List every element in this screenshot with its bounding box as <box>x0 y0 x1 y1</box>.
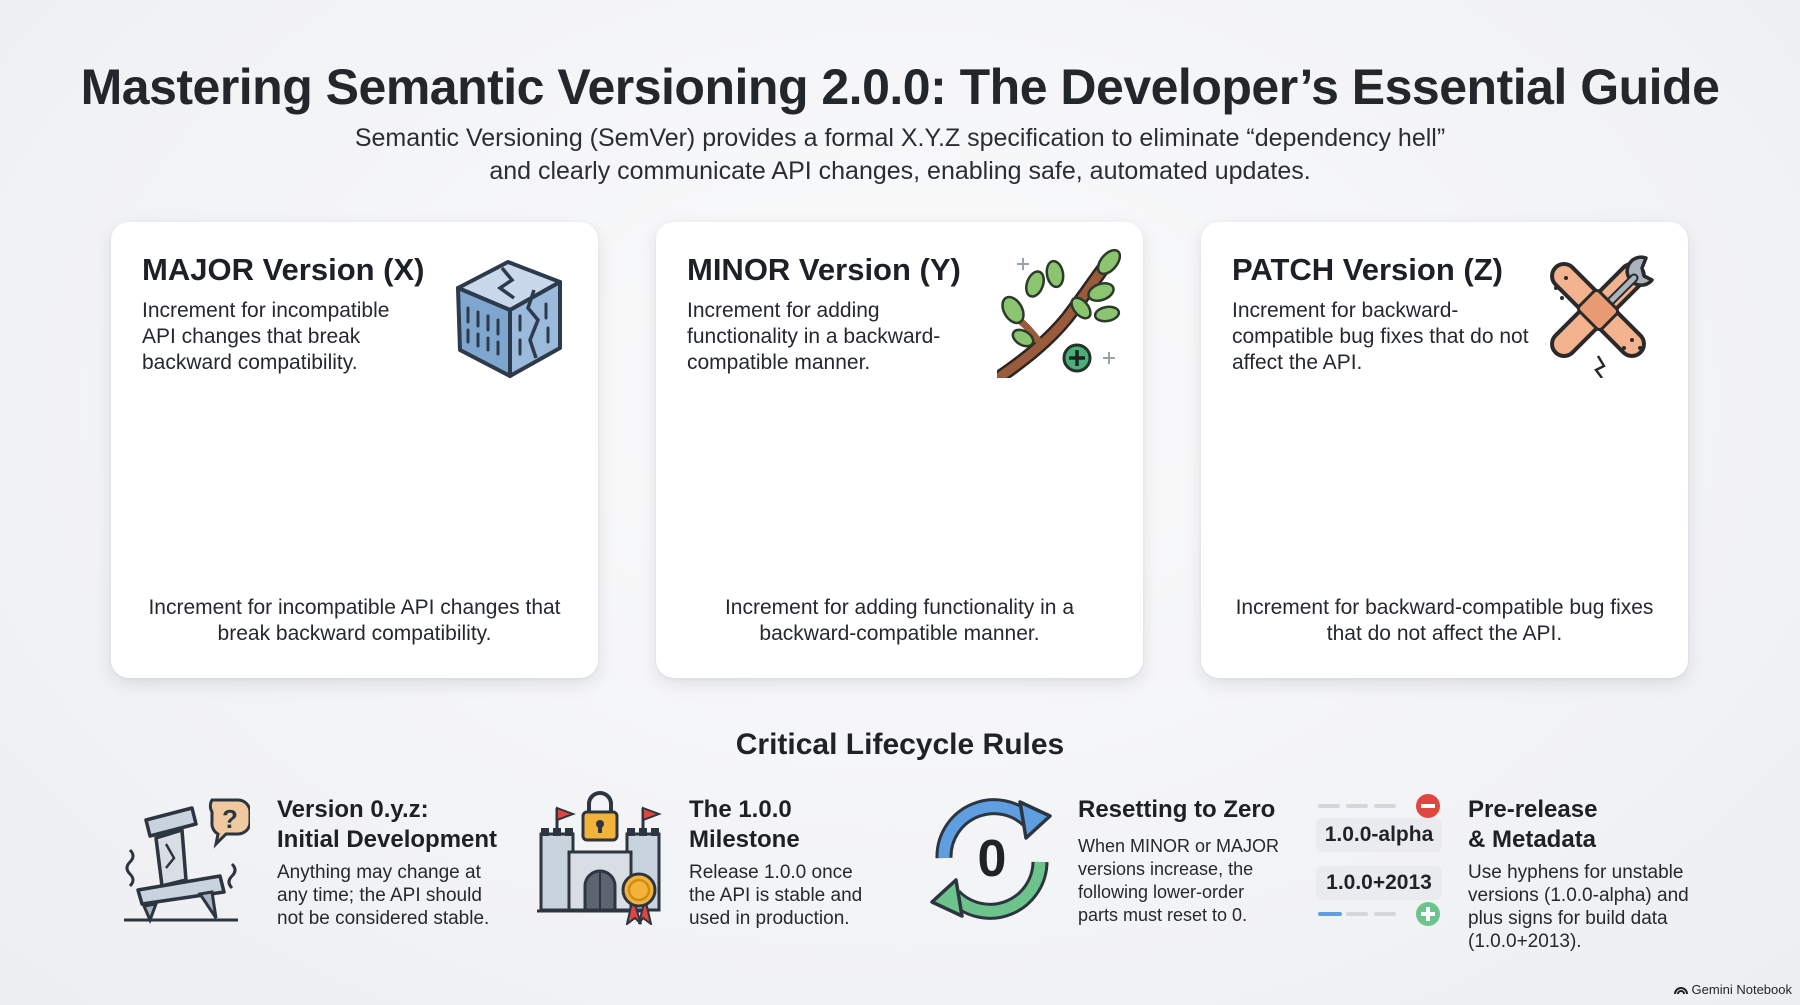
rule-initial-development-description: Anything may change at any time; the API… <box>277 862 490 929</box>
rule-milestone-title-2: Milestone <box>689 826 800 853</box>
rule-milestone-description: Release 1.0.0 once the API is stable and… <box>689 862 863 929</box>
tag-build: 1.0.0+2013 <box>1316 866 1442 900</box>
minor-card-footer: Increment for adding functionality in a … <box>724 596 1075 645</box>
page-title: Mastering Semantic Versioning 2.0.0: The… <box>80 59 1720 115</box>
subtitle-line-1: Semantic Versioning (SemVer) provides a … <box>354 124 1446 152</box>
patch-card: PATCH Version (Z) Increment for backward… <box>1201 222 1688 678</box>
minor-card-description: Increment for adding functionality in a … <box>687 299 941 374</box>
minus-circle-icon <box>1416 794 1440 818</box>
svg-text:?: ? <box>222 804 238 834</box>
rule-prerelease: 1.0.0-alpha 1.0.0+2013 Pre-release & Met… <box>1316 790 1696 960</box>
minor-card: MINOR Version (Y) Increment for adding f… <box>656 222 1143 678</box>
brand-label: Gemini Notebook <box>1691 982 1792 997</box>
rule-prerelease-title-1: Pre-release <box>1468 796 1598 823</box>
subtitle-line-2: and clearly communicate API changes, ena… <box>489 157 1311 185</box>
major-card: MAJOR Version (X) Increment for incompat… <box>111 222 598 678</box>
rule-reset-to-zero: 0 Resetting to Zero When MINOR or MAJOR … <box>926 790 1286 960</box>
rule-initial-development: ? Version 0.y.z: Initial Development Any… <box>120 790 510 960</box>
patch-card-title: PATCH Version (Z) <box>1232 252 1503 287</box>
brand-watermark: Gemini Notebook <box>1673 982 1792 997</box>
patch-card-footer: Increment for backward-compatible bug fi… <box>1235 596 1654 645</box>
rule-initial-development-title-1: Version 0.y.z: <box>277 796 429 823</box>
notebook-logo-icon <box>1673 986 1688 994</box>
bandage-wrench-icon <box>1550 255 1654 378</box>
tag-alpha: 1.0.0-alpha <box>1316 818 1442 852</box>
growing-branch-icon <box>997 248 1121 378</box>
major-card-description: Increment for incompatible API changes t… <box>142 299 390 374</box>
unstable-pillar-icon: ? <box>124 798 250 925</box>
rule-reset-description: When MINOR or MAJOR versions increase, t… <box>1078 836 1280 925</box>
reset-cycle-icon: 0 <box>930 798 1052 920</box>
rule-milestone: The 1.0.0 Milestone Release 1.0.0 once t… <box>535 790 885 960</box>
version-tags-icon: 1.0.0-alpha 1.0.0+2013 <box>1316 790 1446 926</box>
page-subtitle: Semantic Versioning (SemVer) provides a … <box>0 122 1800 188</box>
rule-milestone-title-1: The 1.0.0 <box>689 796 792 823</box>
rule-prerelease-title-2: & Metadata <box>1468 826 1597 853</box>
major-card-title: MAJOR Version (X) <box>142 252 425 287</box>
minor-card-title: MINOR Version (Y) <box>687 252 961 287</box>
rule-initial-development-title-2: Initial Development <box>277 826 498 853</box>
patch-card-description: Increment for backward-compatible bug fi… <box>1232 299 1529 374</box>
castle-lock-icon <box>537 791 662 925</box>
reset-cycle-glyph: 0 <box>978 830 1007 888</box>
lifecycle-section-title: Critical Lifecycle Rules <box>735 728 1065 761</box>
cracked-block-icon <box>456 260 562 378</box>
major-card-footer: Increment for incompatible API changes t… <box>148 596 561 645</box>
plus-circle-icon <box>1416 902 1440 926</box>
rule-prerelease-description: Use hyphens for unstable versions (1.0.0… <box>1468 862 1689 952</box>
rule-reset-title: Resetting to Zero <box>1078 796 1276 823</box>
